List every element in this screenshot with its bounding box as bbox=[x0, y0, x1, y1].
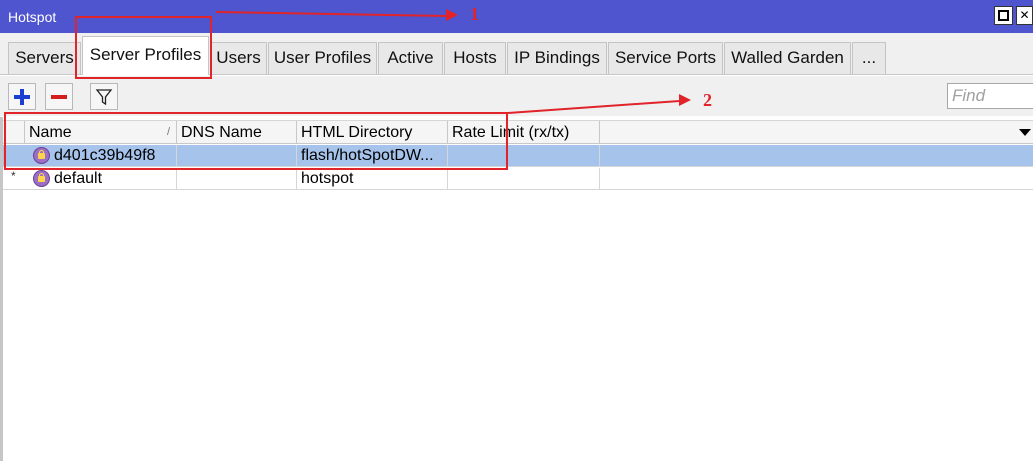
tab-user-profiles[interactable]: User Profiles bbox=[268, 42, 377, 74]
table-row[interactable]: * default hotspot bbox=[3, 168, 1033, 190]
tab-more[interactable]: ... bbox=[852, 42, 886, 74]
cell-dns-name bbox=[177, 168, 297, 189]
tab-server-profiles[interactable]: Server Profiles bbox=[82, 36, 209, 75]
tab-users[interactable]: Users bbox=[210, 42, 267, 74]
tab-ip-bindings[interactable]: IP Bindings bbox=[507, 42, 607, 74]
tab-hosts[interactable]: Hosts bbox=[444, 42, 506, 74]
restore-window-button[interactable] bbox=[994, 6, 1013, 25]
column-menu-chevron-down-icon[interactable] bbox=[1019, 129, 1031, 136]
add-button[interactable] bbox=[8, 83, 36, 110]
annotation-box-2 bbox=[4, 112, 508, 170]
close-icon: ✕ bbox=[1019, 8, 1030, 22]
hotspot-profile-icon bbox=[33, 170, 50, 187]
tab-bar: Servers Server Profiles Users User Profi… bbox=[0, 33, 1033, 75]
cell-rate-limit bbox=[448, 168, 600, 189]
close-window-button[interactable]: ✕ bbox=[1016, 6, 1033, 25]
filter-icon bbox=[95, 88, 113, 105]
tab-active[interactable]: Active bbox=[378, 42, 443, 74]
annotation-number-1: 1 bbox=[470, 4, 479, 24]
window-title: Hotspot bbox=[8, 9, 57, 25]
tab-servers[interactable]: Servers bbox=[8, 42, 81, 74]
restore-icon bbox=[998, 10, 1009, 21]
cell-html-directory: hotspot bbox=[297, 168, 448, 189]
annotation-arrowhead-1 bbox=[446, 9, 458, 21]
tab-walled-garden[interactable]: Walled Garden bbox=[724, 42, 851, 74]
plus-icon bbox=[14, 88, 30, 105]
tab-service-ports[interactable]: Service Ports bbox=[608, 42, 723, 74]
cell-name: default bbox=[50, 168, 177, 189]
filter-button[interactable] bbox=[90, 83, 118, 110]
minus-icon bbox=[51, 94, 67, 99]
annotation-arrowhead-2 bbox=[679, 94, 691, 106]
find-input[interactable]: Find bbox=[947, 83, 1033, 109]
toolbar bbox=[0, 76, 1033, 116]
annotation-number-2: 2 bbox=[703, 90, 712, 110]
remove-button[interactable] bbox=[45, 83, 73, 110]
row-marker: * bbox=[11, 169, 16, 183]
